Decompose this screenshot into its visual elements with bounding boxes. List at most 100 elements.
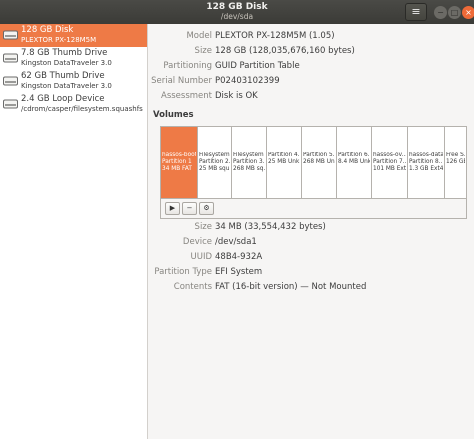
drive-item-62gb-thumb[interactable]: 62 GB Thumb Drive Kingston DataTraveler … [0,70,147,93]
contents-row: Contents FAT (16-bit version) — Not Moun… [149,280,474,294]
partition-label: hassos-boot [162,152,196,158]
gears-icon: ⚙ [203,204,210,212]
title-bar: 128 GB Disk /dev/sda ≡ − □ × [0,0,474,24]
free-space[interactable]: Free S...126 GB [445,127,466,198]
property-label: Assessment [161,91,212,101]
property-value: Disk is OK [215,91,258,101]
drive-model: Kingston DataTraveler 3.0 [21,59,112,67]
property-value: FAT (16-bit version) — Not Mounted [215,282,367,292]
loop-device-icon [3,99,18,109]
partition-size: 25 MB squ... [199,166,230,172]
play-icon: ▶ [169,204,176,212]
partition-size: 101 MB Ext4 [373,166,406,172]
drive-list: 128 GB Disk PLEXTOR PX-128M5M 7.8 GB Thu… [0,24,148,439]
usb-drive-icon [3,53,18,63]
property-label: Serial Number [151,76,212,86]
free-space-label: Free S... [446,152,465,158]
drive-item-7gb-thumb[interactable]: 7.8 GB Thumb Drive Kingston DataTraveler… [0,47,147,70]
free-space-size: 126 GB [446,159,465,165]
volume-map: hassos-boot Partition 1 34 MB FAT Filesyst… [160,126,467,199]
partition-size: 1.3 GB Ext4 [409,166,443,172]
property-value: P02403102399 [215,76,280,86]
partition-size: 268 MB sq... [233,166,265,172]
partition-number: Partition 2... [199,159,230,165]
partition-number: Partition 3... [233,159,265,165]
size-row: Size 128 GB (128,035,676,160 bytes) [149,44,474,58]
property-label: Partitioning [163,61,212,71]
property-label: Contents [173,282,212,292]
partition-number: Partition 6... [338,152,370,158]
hard-disk-icon [3,30,18,40]
partition-size: 8.4 MB Unk... [338,159,370,165]
close-button[interactable]: × [462,6,474,19]
property-label: Size [194,222,212,232]
partition-5[interactable]: Partition 5...268 MB Un... [302,127,337,198]
drive-item-loop-device[interactable]: 2.4 GB Loop Device /cdrom/casper/filesys… [0,93,147,116]
partition-8[interactable]: hassos-data Partition 8... 1.3 GB Ext4 [408,127,445,198]
mount-button[interactable]: ▶ [165,202,180,215]
drive-model: PLEXTOR PX-128M5M [21,36,97,44]
partition-size: 25 MB Unk... [268,159,300,165]
property-value: 34 MB (33,554,432 bytes) [215,222,326,232]
property-label: Partition Type [154,267,212,277]
drive-path: /cdrom/casper/filesystem.squashfs [21,105,143,113]
partition-number: Partition 8... [409,159,443,165]
serial-number-row: Serial Number P02403102399 [149,74,474,88]
partition-1[interactable]: hassos-boot Partition 1 34 MB FAT [161,127,198,198]
menu-button[interactable]: ≡ [405,3,427,21]
partitioning-row: Partitioning GUID Partition Table [149,59,474,73]
drive-name: 128 GB Disk [21,25,74,35]
partition-2[interactable]: FilesystemPartition 2...25 MB squ... [198,127,232,198]
partition-number: Partition 7... [373,159,406,165]
model-row: Model PLEXTOR PX-128M5M (1.05) [149,29,474,43]
partition-settings-button[interactable]: ⚙ [199,202,214,215]
property-value: GUID Partition Table [215,61,300,71]
property-label: Size [194,46,212,56]
property-label: Device [182,237,212,247]
drive-name: 7.8 GB Thumb Drive [21,48,108,58]
partition-7[interactable]: hassos-ov...Partition 7...101 MB Ext4 [372,127,408,198]
partition-6[interactable]: Partition 6...8.4 MB Unk... [337,127,372,198]
drive-name: 2.4 GB Loop Device [21,94,105,104]
volume-toolbar: ▶ − ⚙ [160,199,467,219]
hamburger-icon: ≡ [411,5,421,18]
assessment-row: Assessment Disk is OK [149,89,474,103]
disk-details: Model PLEXTOR PX-128M5M (1.05) Size 128 … [149,24,474,439]
window-subtitle: /dev/sda [220,12,254,21]
property-value: EFI System [215,267,263,277]
drive-name: 62 GB Thumb Drive [21,71,105,81]
property-value: /dev/sda1 [215,237,257,247]
minus-icon: − [186,204,193,212]
close-icon: × [465,8,472,17]
device-row: Device /dev/sda1 [149,235,474,249]
property-label: UUID [190,252,213,262]
partition-size-row: Size 34 MB (33,554,432 bytes) [149,220,474,234]
minimize-button[interactable]: − [434,6,447,19]
partition-size: 34 MB FAT [162,166,192,172]
partition-number: Partition 5... [303,152,335,158]
partition-number: Partition 4... [268,152,300,158]
partition-type-row: Partition Type EFI System [149,265,474,279]
minimize-icon: − [437,8,444,17]
maximize-icon: □ [450,8,459,17]
volumes-heading: Volumes [153,110,194,120]
property-value: PLEXTOR PX-128M5M (1.05) [215,31,335,41]
drive-item-128gb-disk[interactable]: 128 GB Disk PLEXTOR PX-128M5M [0,24,147,47]
partition-label: hassos-ov... [373,152,406,158]
disks-window: 128 GB Disk /dev/sda ≡ − □ × 128 GB Disk… [0,0,474,439]
usb-drive-icon [3,76,18,86]
partition-label: Filesystem [233,152,264,158]
partition-label: hassos-data [409,152,443,158]
partition-size: 268 MB Un... [303,159,335,165]
window-title: 128 GB Disk [206,2,268,12]
property-label: Model [186,31,212,41]
maximize-button[interactable]: □ [448,6,461,19]
property-value: 128 GB (128,035,676,160 bytes) [215,46,355,56]
partition-4[interactable]: Partition 4...25 MB Unk... [267,127,302,198]
drive-model: Kingston DataTraveler 3.0 [21,82,112,90]
partition-3[interactable]: FilesystemPartition 3...268 MB sq... [232,127,267,198]
partition-number: Partition 1 [162,159,192,165]
uuid-row: UUID 48B4-932A [149,250,474,264]
delete-partition-button[interactable]: − [182,202,197,215]
partition-label: Filesystem [199,152,230,158]
